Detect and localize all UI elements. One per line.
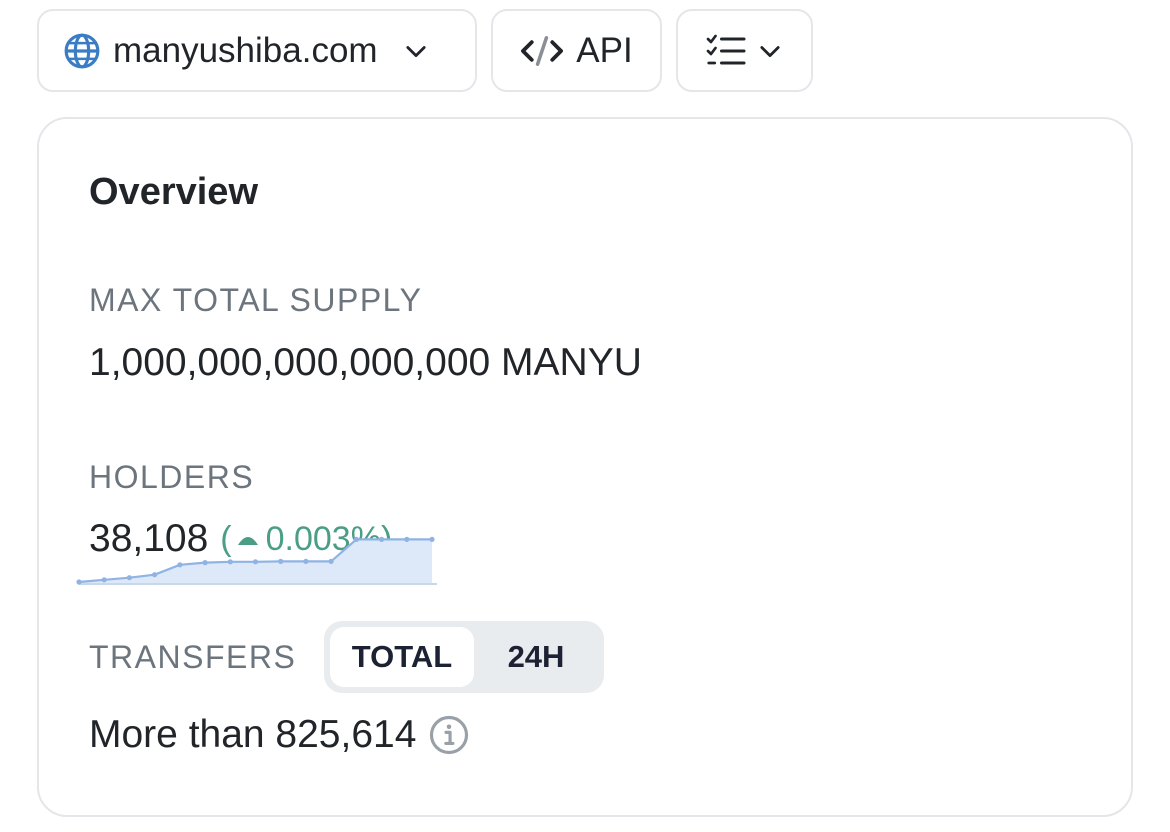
sparkline-point bbox=[328, 558, 334, 564]
page: manyushiba.com API Overview MAX TOTAL SU… bbox=[0, 0, 1170, 832]
sparkline-point bbox=[404, 536, 410, 542]
sparkline-point bbox=[429, 536, 435, 542]
holders-sparkline bbox=[76, 536, 437, 585]
website-dropdown-button[interactable]: manyushiba.com bbox=[37, 9, 477, 92]
tab-24h[interactable]: 24H bbox=[474, 627, 598, 687]
sparkline-point bbox=[76, 579, 82, 585]
sparkline-point bbox=[303, 558, 309, 564]
checklist-menu-button[interactable] bbox=[676, 9, 813, 92]
card-title: Overview bbox=[89, 171, 258, 213]
transfers-row: More than 825,614 bbox=[89, 713, 470, 757]
checklist-icon bbox=[706, 33, 746, 69]
overview-card: Overview MAX TOTAL SUPPLY 1,000,000,000,… bbox=[37, 117, 1133, 817]
sparkline-point bbox=[202, 560, 208, 566]
sparkline-point bbox=[126, 575, 132, 581]
sparkline-point bbox=[227, 559, 233, 565]
toolbar: manyushiba.com API bbox=[37, 9, 813, 92]
sparkline-point bbox=[353, 536, 359, 542]
code-icon bbox=[520, 33, 564, 69]
api-label: API bbox=[576, 30, 633, 70]
globe-icon bbox=[63, 32, 101, 70]
holders-label: HOLDERS bbox=[89, 459, 255, 495]
sparkline-point bbox=[152, 572, 158, 578]
info-icon[interactable] bbox=[428, 714, 470, 756]
chevron-down-icon bbox=[402, 37, 430, 65]
website-label: manyushiba.com bbox=[113, 30, 378, 70]
sparkline-point bbox=[278, 558, 284, 564]
sparkline-point bbox=[252, 559, 259, 565]
transfers-label: TRANSFERS bbox=[89, 639, 297, 675]
transfers-segmented-control: TOTAL 24H bbox=[324, 621, 604, 693]
sparkline-point bbox=[379, 536, 385, 542]
api-button[interactable]: API bbox=[491, 9, 662, 92]
chevron-down-icon bbox=[756, 37, 784, 65]
transfers-value: More than 825,614 bbox=[89, 713, 417, 756]
max-supply-label: MAX TOTAL SUPPLY bbox=[89, 282, 423, 318]
sparkline-point bbox=[101, 577, 107, 583]
max-supply-value: 1,000,000,000,000,000 MANYU bbox=[89, 341, 642, 384]
sparkline-point bbox=[177, 562, 183, 568]
tab-total[interactable]: TOTAL bbox=[330, 627, 474, 687]
